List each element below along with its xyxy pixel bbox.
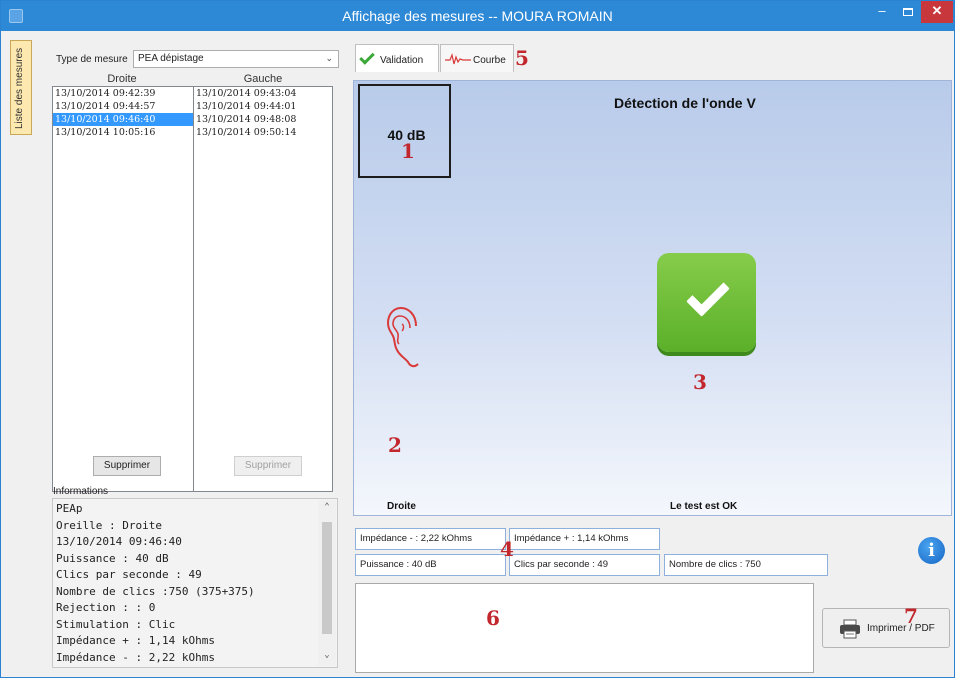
window-title: Affichage des mesures -- MOURA ROMAIN [342, 8, 613, 24]
list-item[interactable]: 13/10/2014 09:48:08 [194, 113, 332, 126]
list-item[interactable]: 13/10/2014 09:44:57 [53, 100, 193, 113]
test-result-label: Le test est OK [670, 501, 738, 512]
tab-courbe-label: Courbe [473, 55, 506, 66]
maximize-button[interactable] [895, 1, 921, 23]
left-ear-list[interactable]: 13/10/2014 09:43:04 13/10/2014 09:44:01 13… [193, 86, 333, 492]
right-ear-list[interactable]: 13/10/2014 09:42:39 13/10/2014 09:44:57 13… [52, 86, 194, 492]
informations-box[interactable]: PEAp Oreille : Droite 13/10/2014 09:46:40 P… [52, 498, 338, 668]
measure-type-value: PEA dépistage [138, 53, 204, 64]
annotation-3: 3 [693, 370, 707, 394]
close-button[interactable]: ✕ [921, 1, 953, 23]
info-line: Oreille : Droite [56, 518, 162, 532]
info-line: Impédance - : 2,22 kOhms [56, 650, 215, 664]
printer-icon [840, 619, 860, 639]
tab-courbe[interactable]: Courbe [440, 44, 514, 72]
right-ear-header: Droite [107, 73, 137, 85]
tab-measures-list[interactable]: Liste des mesures [10, 40, 32, 135]
scroll-down-icon[interactable]: ⌄ [318, 650, 336, 660]
impedance-minus-field: Impédance - : 2,22 kOhms [355, 528, 506, 550]
validation-panel: 40 dB Détection de l'onde V Droite Le te… [353, 80, 952, 516]
info-line: PEAp [56, 502, 83, 515]
list-item[interactable]: 13/10/2014 09:50:14 [194, 126, 332, 139]
ear-icon [386, 306, 419, 368]
list-item[interactable]: 13/10/2014 09:42:39 [53, 87, 193, 100]
info-line: Puissance : 40 dB [56, 551, 169, 565]
delete-right-button[interactable]: Supprimer [93, 456, 161, 476]
check-icon [359, 49, 375, 65]
tab-validation[interactable]: Validation [355, 44, 439, 72]
info-line: Stimulation : Clic [56, 617, 176, 631]
info-line: 13/10/2014 09:46:40 [56, 535, 182, 548]
list-item[interactable]: 13/10/2014 09:44:01 [194, 100, 332, 113]
informations-text: PEAp Oreille : Droite 13/10/2014 09:46:40 P… [56, 501, 311, 666]
left-panel: Type de mesure PEA dépistage ⌄ Droite Ga… [38, 40, 344, 670]
informations-label: Informations [53, 486, 109, 497]
annotation-4: 4 [500, 537, 514, 561]
annotation-7: 7 [904, 604, 918, 628]
scroll-up-icon[interactable]: ⌃ [318, 502, 336, 512]
info-line: Clics par seconde : 49 [56, 568, 202, 581]
informations-scrollbar[interactable]: ⌃ ⌄ [318, 500, 336, 666]
waveform-icon [445, 53, 471, 65]
info-icon[interactable]: i [918, 537, 945, 564]
print-pdf-label: Imprimer / PDF [867, 623, 935, 634]
ear-side-label: Droite [387, 501, 416, 512]
panel-title: Détection de l'onde V [614, 95, 756, 111]
annotation-6: 6 [486, 606, 500, 630]
measure-type-label: Type de mesure [56, 54, 128, 65]
level-box: 40 dB [358, 84, 451, 178]
info-line: Impédance + : 1,14 kOhms [56, 634, 215, 647]
list-item[interactable]: 13/10/2014 09:46:40 [53, 113, 193, 126]
info-line: Nombre de clics :750 (375+375) [56, 584, 255, 598]
power-field: Puissance : 40 dB [355, 554, 506, 576]
print-pdf-button[interactable]: Imprimer / PDF [822, 608, 950, 648]
test-ok-check-icon [657, 253, 756, 352]
delete-left-button[interactable]: Supprimer [234, 456, 302, 476]
comment-textarea[interactable] [355, 583, 814, 673]
tab-validation-label: Validation [380, 55, 424, 66]
title-bar: Affichage des mesures -- MOURA ROMAIN – … [1, 1, 954, 31]
clicks-count-field: Nombre de clics : 750 [664, 554, 828, 576]
chevron-down-icon: ⌄ [325, 53, 333, 63]
measure-type-select[interactable]: PEA dépistage ⌄ [133, 50, 339, 68]
minimize-button[interactable]: – [869, 1, 895, 23]
tab-measures-list-label: Liste des mesures [14, 47, 25, 129]
annotation-5: 5 [515, 46, 529, 70]
clicks-per-second-field: Clics par seconde : 49 [509, 554, 660, 576]
left-ear-header: Gauche [243, 73, 283, 85]
scrollbar-thumb[interactable] [322, 522, 332, 634]
view-tabs: Validation Courbe [347, 40, 952, 74]
annotation-2: 2 [388, 433, 402, 457]
impedance-plus-field: Impédance + : 1,14 kOhms [509, 528, 660, 550]
list-item[interactable]: 13/10/2014 10:05:16 [53, 126, 193, 139]
list-item[interactable]: 13/10/2014 09:43:04 [194, 87, 332, 100]
maximize-icon [903, 7, 913, 16]
annotation-1: 1 [401, 139, 415, 163]
info-line: Rejection : : 0 [56, 601, 156, 614]
